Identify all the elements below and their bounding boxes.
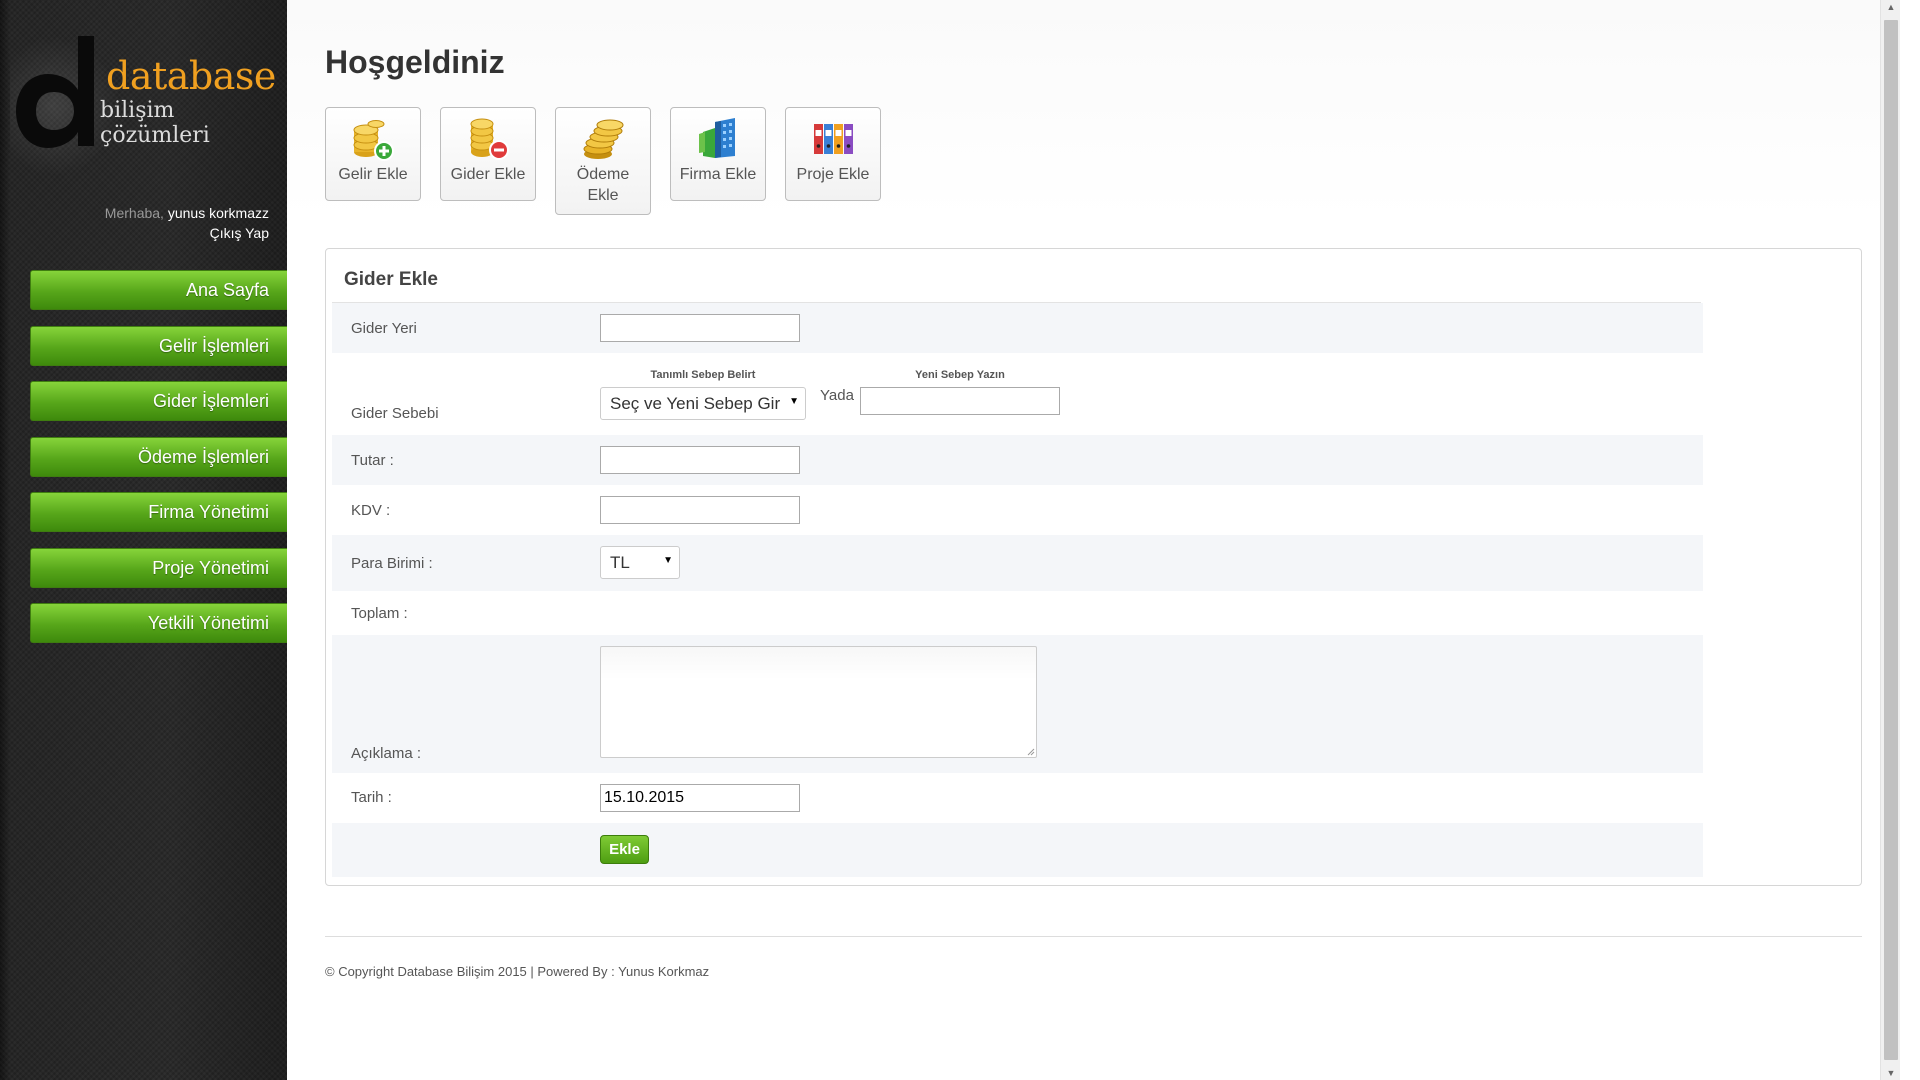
sidebar-menu: Ana Sayfa Gelir İşlemleri Gider İşlemler… (30, 270, 287, 659)
building-icon (699, 118, 735, 158)
para-birimi-label: Para Birimi : (351, 555, 433, 572)
brand-word-database: database (106, 54, 276, 98)
form-row-para-birimi: Para Birimi : TL ▼ (332, 535, 1703, 591)
firma-ekle-button[interactable]: Firma Ekle (670, 107, 766, 201)
form-row-aciklama: Açıklama : (332, 635, 1703, 773)
main-content: Hoşgeldiniz Gelir Ekle Gider Ekle Ödeme … (287, 0, 1900, 1080)
or-text: Yada (820, 387, 854, 404)
currency-select[interactable]: TL ▼ (600, 546, 680, 579)
sidebar-item-gider-islemleri[interactable]: Gider İşlemleri (30, 381, 287, 421)
gider-ekle-button[interactable]: Gider Ekle (440, 107, 536, 201)
user-greeting-line: Merhaba, yunus korkmazz (105, 203, 269, 223)
scroll-up-icon[interactable]: ▲ (1885, 2, 1897, 12)
currency-select-value: TL (610, 553, 630, 572)
reason-select-value: Seç ve Yeni Sebep Gir (610, 394, 781, 413)
panel-title: Gider Ekle (344, 269, 438, 290)
aciklama-label: Açıklama : (351, 745, 422, 762)
kdv-input[interactable] (600, 496, 800, 524)
form-row-tutar: Tutar : (332, 435, 1703, 485)
defined-reason-header: Tanımlı Sebep Belirt (650, 369, 756, 381)
gider-yeri-label: Gider Yeri (351, 320, 417, 337)
tutar-label: Tutar : (351, 452, 394, 469)
sidebar: database bilişim çözümleri Merhaba, yunu… (0, 0, 287, 1080)
firma-ekle-label: Firma Ekle (679, 166, 757, 183)
tarih-label: Tarih : (351, 789, 392, 806)
sidebar-item-odeme-islemleri[interactable]: Ödeme İşlemleri (30, 436, 287, 477)
aciklama-textarea[interactable] (600, 646, 1037, 758)
user-greeting: Merhaba, (104, 205, 164, 221)
sidebar-item-firma-yonetimi[interactable]: Firma Yönetimi (30, 492, 287, 532)
gider-yeri-input[interactable] (600, 314, 800, 342)
coins-minus-icon (470, 118, 509, 160)
sidebar-item-ana-sayfa[interactable]: Ana Sayfa (30, 270, 287, 310)
proje-ekle-label: Proje Ekle (796, 166, 870, 183)
footer-copyright: © Copyright Database Bilişim 2015 | Powe… (325, 964, 710, 979)
kdv-label: KDV : (351, 502, 391, 519)
vertical-scrollbar[interactable]: ▲ ▼ (1880, 0, 1900, 1080)
form-row-kdv: KDV : (332, 485, 1703, 535)
new-reason-header: Yeni Sebep Yazın (915, 369, 1005, 381)
coin-stack-icon (583, 119, 624, 159)
sidebar-item-yetkili-yonetimi[interactable]: Yetkili Yönetimi (30, 603, 287, 643)
binders-icon (814, 124, 853, 154)
form-row-gider-sebebi: Gider Sebebi Tanımlı Sebep Belirt Seç ve… (332, 353, 1703, 435)
chevron-down-icon: ▼ (789, 396, 799, 407)
form-row-tarih: Tarih : (332, 773, 1703, 823)
form-row-submit: Ekle (332, 823, 1703, 877)
user-box: Merhaba, yunus korkmazz Çıkış Yap (105, 203, 269, 243)
brand-logo[interactable]: database bilişim çözümleri (10, 36, 285, 176)
gelir-ekle-button[interactable]: Gelir Ekle (325, 107, 421, 201)
coins-plus-icon (353, 120, 394, 161)
form-row-toplam: Toplam : (332, 591, 1703, 635)
scroll-down-icon[interactable]: ▼ (1885, 1068, 1897, 1078)
logo-d-icon (16, 36, 94, 148)
gider-ekle-panel: Gider Ekle Gider Yeri Gider Sebebi Tanım… (325, 248, 1862, 886)
user-name: yunus korkmazz (167, 205, 269, 221)
quick-actions: Gelir Ekle Gider Ekle Ödeme Ekle Firma E… (325, 107, 881, 215)
gelir-ekle-label: Gelir Ekle (338, 166, 408, 183)
resize-grip-icon[interactable] (1026, 747, 1035, 756)
ekle-submit-button[interactable]: Ekle (600, 835, 649, 864)
tutar-input[interactable] (600, 446, 800, 474)
form-row-gider-yeri: Gider Yeri (332, 303, 1703, 353)
brand-word-tagline: bilişim çözümleri (100, 98, 210, 148)
gider-sebebi-label: Gider Sebebi (351, 405, 439, 422)
toplam-label: Toplam : (351, 605, 408, 622)
logout-link[interactable]: Çıkış Yap (105, 223, 269, 243)
chevron-down-icon: ▼ (663, 555, 673, 566)
new-reason-input[interactable] (860, 387, 1060, 415)
odeme-ekle-button[interactable]: Ödeme Ekle (555, 107, 651, 215)
reason-select[interactable]: Seç ve Yeni Sebep Gir ▼ (600, 387, 806, 420)
page-title: Hoşgeldiniz (325, 44, 505, 80)
odeme-ekle-label: Ödeme Ekle (576, 166, 630, 204)
sidebar-item-proje-yonetimi[interactable]: Proje Yönetimi (30, 547, 287, 588)
gider-ekle-label: Gider Ekle (450, 166, 526, 183)
footer-divider (325, 936, 1862, 937)
sidebar-item-gelir-islemleri[interactable]: Gelir İşlemleri (30, 325, 287, 366)
scrollbar-thumb[interactable] (1884, 20, 1898, 1060)
proje-ekle-button[interactable]: Proje Ekle (785, 107, 881, 201)
tarih-input[interactable] (600, 784, 800, 812)
